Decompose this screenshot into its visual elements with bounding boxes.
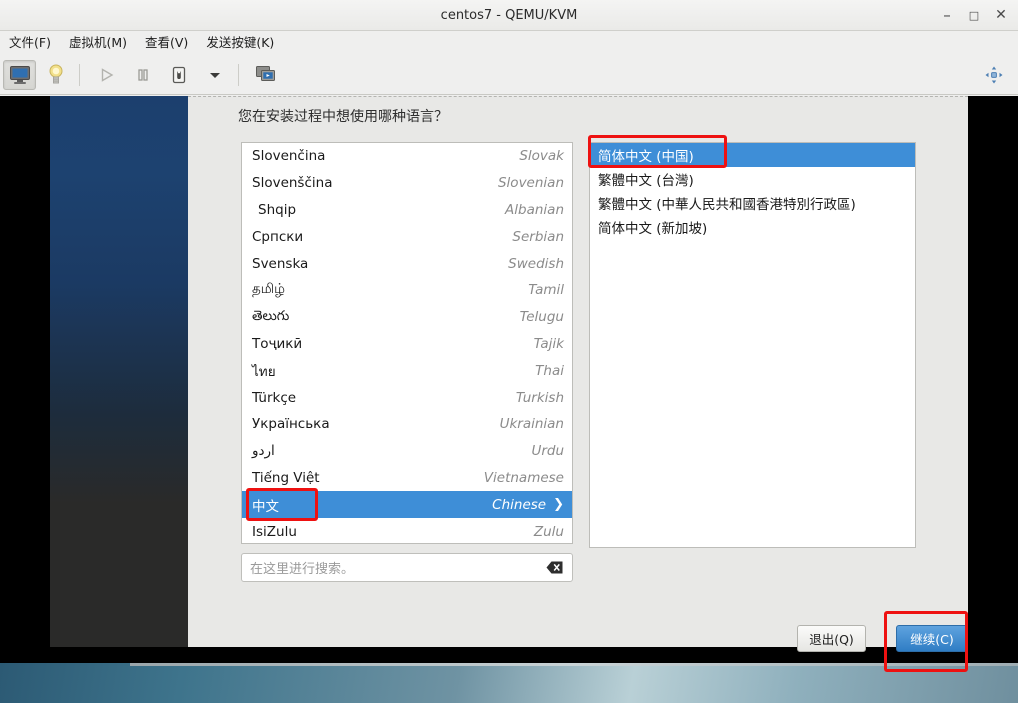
language-native-name: Shqip (258, 201, 297, 218)
virt-manager-window: centos7 - QEMU/KVM – □ ✕ 文件(F) 虚拟机(M) 查看… (0, 0, 1018, 703)
language-native-name: Tiếng Việt (252, 469, 320, 486)
fullscreen-icon[interactable] (977, 60, 1010, 90)
menu-file[interactable]: 文件(F) (0, 32, 60, 54)
language-row[interactable]: Тоҷикӣ Tajik (242, 331, 572, 358)
language-row[interactable]: IsiZulu Zulu (242, 518, 572, 543)
language-english-name: Thai (535, 362, 564, 379)
language-row[interactable]: Slovenčina Slovak (242, 143, 572, 170)
language-native-name: తెలుగు (252, 307, 290, 324)
language-row[interactable]: اردو Urdu (242, 438, 572, 465)
vm-guest-display[interactable]: 您在安装过程中想使用哪种语言？ Slovenčina Slovak Slovenšč… (0, 96, 1018, 663)
language-native-name: Slovenščina (252, 175, 333, 192)
search-placeholder: 在这里进行搜索。 (250, 562, 355, 577)
language-english-name: Vietnamese (483, 469, 564, 486)
language-english-name: Chinese (492, 496, 547, 513)
language-row[interactable]: Türkçe Turkish (242, 384, 572, 411)
anaconda-sidebar-art (50, 96, 188, 647)
toolbar-separator (79, 63, 80, 86)
language-row[interactable]: తెలుగు Telugu (242, 304, 572, 331)
quit-button[interactable]: 退出(Q) (797, 625, 866, 652)
close-icon[interactable]: ✕ (988, 0, 1014, 31)
language-row[interactable]: Tiếng Việt Vietnamese (242, 465, 572, 492)
shutdown-icon[interactable] (162, 60, 195, 90)
locale-variant-list[interactable]: 简体中文 (中国) 繁體中文 (台灣) 繁體中文 (中華人民共和國香港特別行政區) 简… (589, 142, 916, 548)
show-details-icon[interactable] (39, 60, 72, 90)
search-input[interactable]: 在这里进行搜索。 (241, 553, 573, 582)
locale-variant-row[interactable]: 简体中文 (中国) (590, 143, 915, 167)
language-native-name: Тоҷикӣ (252, 335, 303, 352)
language-english-name: Serbian (512, 228, 564, 245)
locale-variant-row[interactable]: 繁體中文 (台灣) (590, 167, 915, 191)
language-english-name: Swedish (508, 255, 564, 272)
guest-letterbox-left (0, 96, 50, 647)
maximize-icon[interactable]: □ (961, 0, 987, 31)
language-native-name: Українська (252, 416, 330, 433)
language-native-name: Slovenčina (252, 148, 326, 165)
menubar: 文件(F) 虚拟机(M) 查看(V) 发送按键(K) (0, 31, 1018, 55)
language-native-name: IsiZulu (252, 523, 297, 540)
continue-button[interactable]: 继续(C) (896, 625, 968, 652)
language-english-name: Albanian (505, 201, 564, 218)
language-english-name: Urdu (531, 443, 564, 460)
chevron-right-icon: ❯ (553, 497, 564, 513)
menu-virtual-machine[interactable]: 虚拟机(M) (60, 32, 136, 54)
language-native-name: Türkçe (252, 389, 297, 406)
language-native-name: தமிழ் (252, 281, 285, 298)
minimize-icon[interactable]: – (934, 0, 960, 31)
language-list[interactable]: Slovenčina Slovak Slovenščina Slovenian Shqi… (241, 142, 573, 544)
language-english-name: Zulu (533, 523, 564, 540)
language-english-name: Ukrainian (499, 416, 564, 433)
menu-send-key[interactable]: 发送按键(K) (197, 32, 283, 54)
menu-view[interactable]: 查看(V) (136, 32, 197, 54)
toolbar-separator-2 (238, 63, 239, 86)
window-bottom-edge (130, 663, 1018, 666)
host-desktop-wallpaper (0, 663, 1018, 703)
run-icon[interactable] (90, 60, 123, 90)
language-native-name: اردو (252, 443, 275, 460)
shutdown-dropdown-icon[interactable] (198, 60, 231, 90)
language-english-name: Slovenian (497, 175, 564, 192)
language-english-name: Turkish (515, 389, 564, 406)
language-row[interactable]: Slovenščina Slovenian (242, 170, 572, 197)
welcome-spoke: 您在安装过程中想使用哪种语言？ Slovenčina Slovak Slovenšč… (188, 96, 968, 652)
language-english-name: Telugu (519, 309, 564, 326)
locale-variant-row[interactable]: 简体中文 (新加坡) (590, 215, 915, 239)
language-native-name: Svenska (252, 255, 309, 272)
show-console-icon[interactable] (3, 59, 36, 90)
language-english-name: Slovak (519, 148, 564, 165)
language-row[interactable]: Українська Ukrainian (242, 411, 572, 438)
language-native-name: ไทย (252, 363, 276, 380)
language-row[interactable]: Svenska Swedish (242, 250, 572, 277)
language-native-name: Српски (252, 228, 304, 245)
language-row[interactable]: 中文 Chinese ❯ (242, 491, 572, 519)
language-row[interactable]: ไทย Thai (242, 357, 572, 384)
language-row[interactable]: Српски Serbian (242, 223, 572, 250)
language-english-name: Tajik (533, 335, 564, 352)
language-native-name: 中文 (252, 498, 279, 515)
language-english-name: Tamil (528, 282, 564, 299)
window-title: centos7 - QEMU/KVM (440, 8, 578, 23)
toolbar (0, 55, 1018, 95)
locale-variant-row[interactable]: 繁體中文 (中華人民共和國香港特別行政區) (590, 191, 915, 215)
language-row[interactable]: தமிழ் Tamil (242, 277, 572, 304)
language-row[interactable]: Shqip Albanian (242, 197, 572, 224)
pause-icon[interactable] (126, 60, 159, 90)
clear-icon[interactable] (545, 560, 564, 575)
guest-letterbox-right (968, 96, 1018, 647)
titlebar: centos7 - QEMU/KVM – □ ✕ (0, 0, 1018, 31)
page-title: 您在安装过程中想使用哪种语言？ (238, 109, 448, 125)
snapshots-icon[interactable] (249, 60, 282, 90)
